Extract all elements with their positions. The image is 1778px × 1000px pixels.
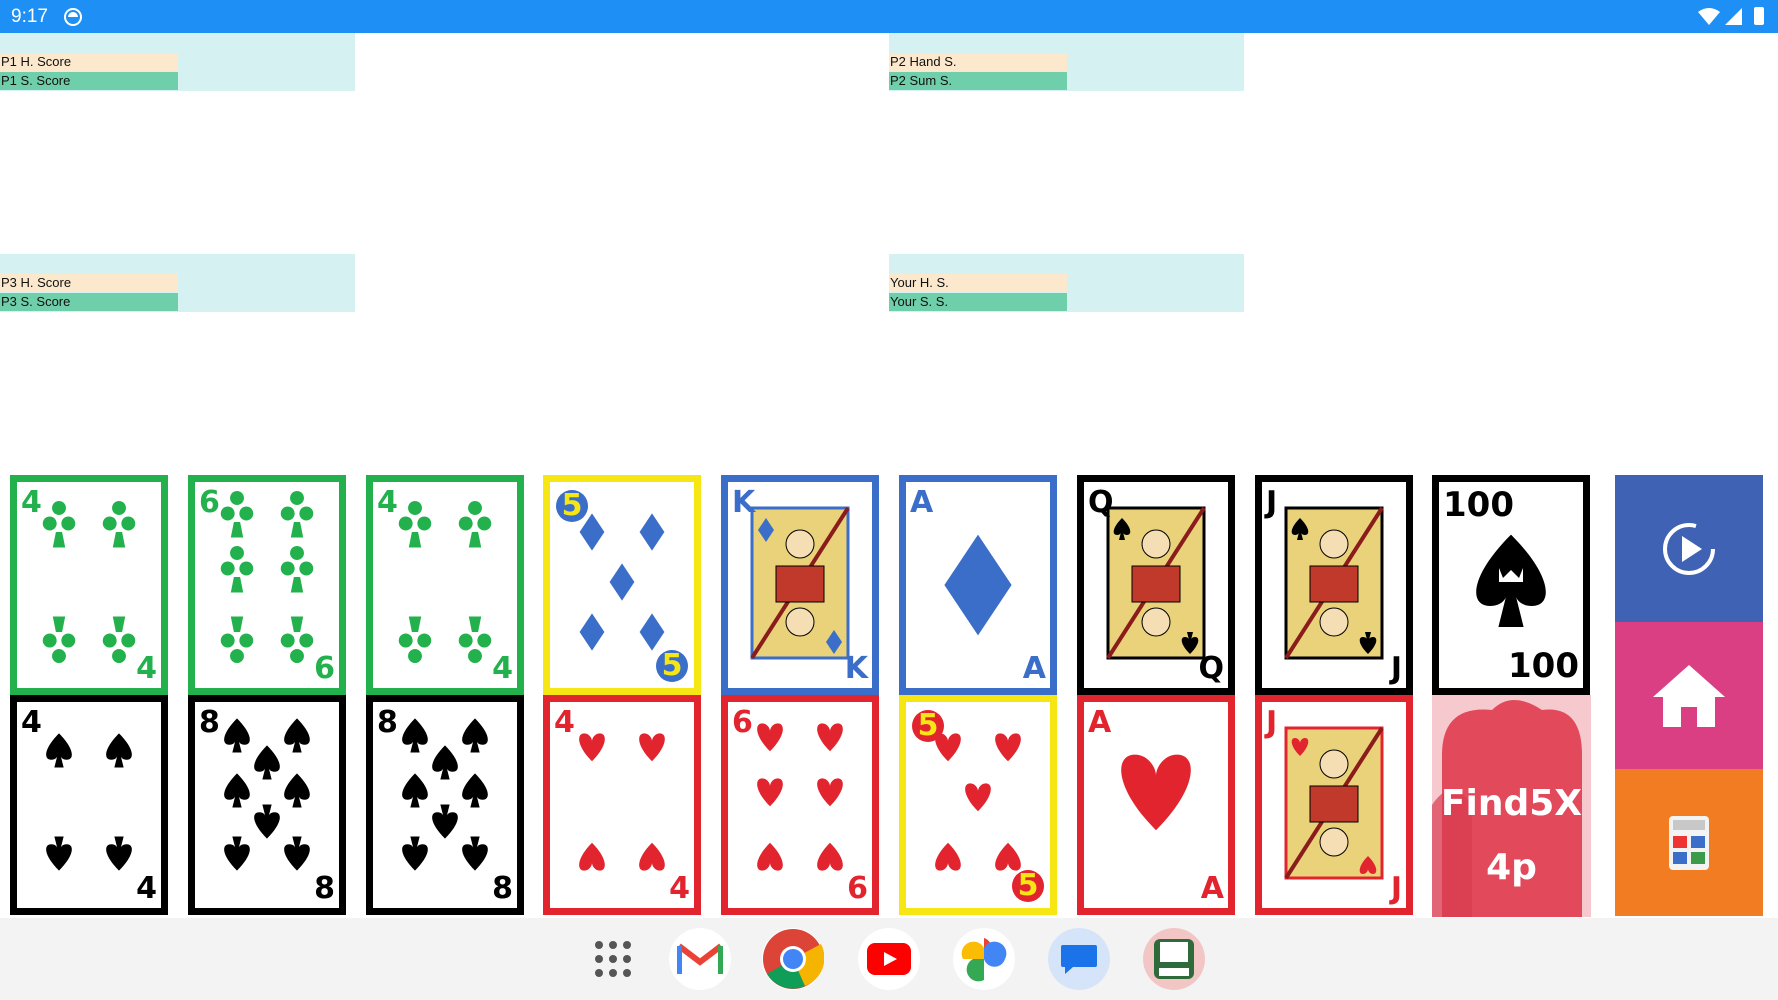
home-button[interactable] <box>1615 622 1763 769</box>
card-j-of-spades[interactable]: JJ <box>1255 475 1413 695</box>
card-rank-bottom: Q <box>1198 651 1224 686</box>
card-4-of-clubs[interactable]: 44 <box>10 475 168 695</box>
card-100-of-spades[interactable]: 100 100 <box>1432 475 1590 695</box>
play-icon <box>1663 522 1715 575</box>
card-rank-bottom: 100 <box>1508 646 1579 686</box>
card-rank-bottom: 4 <box>136 871 157 906</box>
card-rank-bottom: K <box>844 651 868 686</box>
p3-sum-score: P3 S. Score <box>0 293 178 311</box>
card-rank-top: K <box>732 485 756 520</box>
card-rank-bottom: 6 <box>314 651 335 686</box>
wifi-icon <box>1698 8 1720 25</box>
card-rank-top: 5 <box>912 710 944 742</box>
card-4-of-spades[interactable]: 44 <box>10 695 168 915</box>
card-5-of-diamonds[interactable]: 55 <box>543 475 701 695</box>
p1-hand-score: P1 H. Score <box>0 53 178 71</box>
your-hand-score: Your H. S. <box>889 274 1067 292</box>
card-rank-top: 4 <box>377 485 398 520</box>
card-rank-bottom: 5 <box>656 650 688 682</box>
find5x-logo-card: Find5X 4p <box>1432 695 1591 917</box>
logo-line2: 4p <box>1486 847 1537 888</box>
card-rank-bottom: J <box>1390 871 1402 906</box>
card-rank-top: 4 <box>21 485 42 520</box>
card-rank-top: 6 <box>199 485 220 520</box>
card-rank-bottom: A <box>1022 651 1046 686</box>
sync-icon <box>64 8 82 26</box>
card-rank-top: J <box>1266 705 1278 740</box>
your-score-panel: Your H. S. Your S. S. <box>889 254 1244 312</box>
card-rank-top: Q <box>1088 485 1114 520</box>
card-rank-top: A <box>1088 705 1112 740</box>
p1-sum-score: P1 S. Score <box>0 72 178 90</box>
find5x-app-icon[interactable] <box>1143 928 1205 990</box>
card-rank-top: 5 <box>556 490 588 522</box>
card-rank-top: 4 <box>21 705 42 740</box>
gmail-icon[interactable] <box>669 928 731 990</box>
card-rank-top: 8 <box>199 705 220 740</box>
apps-grid-icon[interactable] <box>582 928 644 990</box>
card-rank-top: 4 <box>554 705 575 740</box>
card-rank-bottom: A <box>1200 871 1224 906</box>
card-rank-bottom: 4 <box>669 871 690 906</box>
card-8-of-spades[interactable]: 88 <box>366 695 524 915</box>
messages-icon[interactable] <box>1048 928 1110 990</box>
p3-score-panel: P3 H. Score P3 S. Score <box>0 254 355 312</box>
card-pips <box>1284 506 1384 660</box>
card-5-of-hearts[interactable]: 55 <box>899 695 1057 915</box>
play-button[interactable] <box>1615 475 1763 622</box>
calculator-icon <box>1669 815 1709 870</box>
card-8-of-spades[interactable]: 88 <box>188 695 346 915</box>
card-rank-bottom: 5 <box>1012 870 1044 902</box>
card-4-of-hearts[interactable]: 44 <box>543 695 701 915</box>
home-icon <box>1653 664 1725 727</box>
your-sum-score: Your S. S. <box>889 293 1067 311</box>
card-q-of-spades[interactable]: QQ <box>1077 475 1235 695</box>
status-time: 9:17 <box>11 6 48 27</box>
card-rank-bottom: 8 <box>492 871 513 906</box>
card-rank-top: 100 <box>1443 485 1514 525</box>
card-a-of-diamonds[interactable]: AA <box>899 475 1057 695</box>
card-k-of-diamonds[interactable]: KK <box>721 475 879 695</box>
card-rank-bottom: 8 <box>314 871 335 906</box>
card-j-of-hearts[interactable]: JJ <box>1255 695 1413 915</box>
card-rank-top: J <box>1266 485 1278 520</box>
battery-icon <box>1754 7 1764 25</box>
p2-score-panel: P2 Hand S. P2 Sum S. <box>889 33 1244 91</box>
chrome-icon[interactable] <box>762 928 824 990</box>
calculator-button[interactable] <box>1615 769 1763 916</box>
youtube-icon[interactable] <box>858 928 920 990</box>
card-rank-bottom: J <box>1390 651 1402 686</box>
card-rank-top: 6 <box>732 705 753 740</box>
card-6-of-clubs[interactable]: 66 <box>188 475 346 695</box>
photos-icon[interactable] <box>953 928 1015 990</box>
card-6-of-hearts[interactable]: 66 <box>721 695 879 915</box>
signal-icon <box>1725 8 1742 25</box>
card-rank-bottom: 4 <box>136 651 157 686</box>
card-a-of-hearts[interactable]: AA <box>1077 695 1235 915</box>
logo-line1: Find5X <box>1440 783 1583 824</box>
p3-hand-score: P3 H. Score <box>0 274 178 292</box>
card-rank-bottom: 4 <box>492 651 513 686</box>
card-rank-bottom: 6 <box>847 871 868 906</box>
p2-sum-score: P2 Sum S. <box>889 72 1067 90</box>
card-4-of-clubs[interactable]: 44 <box>366 475 524 695</box>
card-rank-top: A <box>910 485 934 520</box>
card-pips <box>1284 726 1384 880</box>
card-rank-top: 8 <box>377 705 398 740</box>
p1-score-panel: P1 H. Score P1 S. Score <box>0 33 355 91</box>
p2-hand-score: P2 Hand S. <box>889 53 1067 71</box>
status-bar: 9:17 <box>0 0 1778 33</box>
